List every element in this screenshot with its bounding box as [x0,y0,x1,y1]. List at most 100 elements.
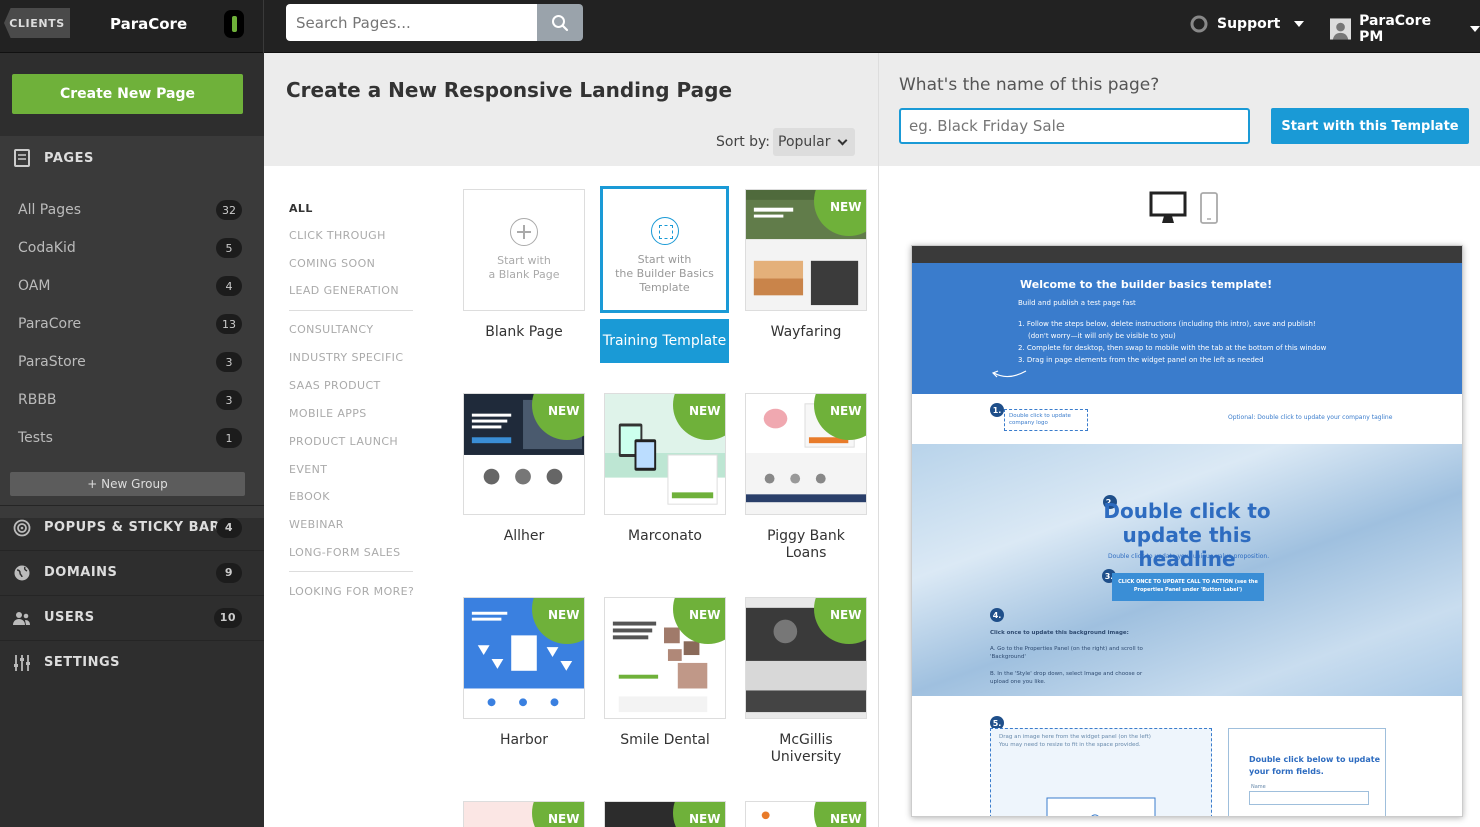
template-tile-smile-dental[interactable]: NEW [604,597,726,719]
group-item[interactable]: Tests 1 [0,419,264,457]
template-name: Smile Dental [620,732,710,748]
group-item[interactable]: All Pages 32 [0,191,264,229]
template-tile[interactable]: NEW [745,801,867,827]
template-tile[interactable]: NEW [604,801,726,827]
sidebar-item-domains[interactable]: DOMAINS 9 [0,550,264,594]
count-badge: 32 [216,200,242,220]
divider [263,0,264,53]
sliders-icon [14,654,30,671]
step-number: 1. [990,403,1004,417]
category-item[interactable]: CLICK THROUGH [289,229,386,242]
category-item[interactable]: PRODUCT LAUNCH [289,435,398,448]
category-item[interactable]: EBOOK [289,490,330,503]
template-name: Allher [503,528,545,544]
page-name-label: What's the name of this page? [899,75,1160,95]
count-badge: 3 [216,390,242,410]
template-tile-allher[interactable]: NEW [463,393,585,515]
start-with-template-button[interactable]: Start with this Template [1271,108,1469,144]
preview-intro-section: Welcome to the builder basics template! … [912,263,1462,394]
user-name: ParaCore PM [1359,13,1432,45]
page-name-input[interactable] [899,108,1250,144]
preview-headline: Double click to update this headline [1103,499,1271,571]
template-tile-training[interactable]: Start with the Builder Basics Template [600,186,729,313]
template-tile-harbor[interactable]: NEW [463,597,585,719]
template-tile-piggy-bank[interactable]: NEW [745,393,867,515]
preview-tagline: Optional: Double click to update your co… [1228,414,1393,421]
template-tile-wayfaring[interactable]: NEW [745,189,867,311]
sort-select[interactable]: Popular [773,128,855,156]
builder-icon [650,217,679,245]
clients-tab[interactable]: CLIENTS [4,8,70,38]
search-input[interactable] [286,4,537,41]
lifebuoy-icon [1190,15,1208,33]
preview-form: Double click below to update your form f… [1228,728,1386,816]
category-item[interactable]: CONSULTANCY [289,323,373,336]
chevron-down-icon [1294,21,1305,27]
search-button[interactable] [537,4,583,41]
template-name: Blank Page [485,324,563,340]
category-all[interactable]: ALL [289,202,313,215]
divider [289,310,413,311]
template-preview-panel: What's the name of this page? Start with… [878,53,1480,827]
template-name: Harbor [499,732,549,748]
template-tile-mcgillis[interactable]: NEW [745,597,867,719]
template-name: Marconato [628,528,702,544]
template-name: Wayfaring [770,324,842,340]
sidebar-item-settings[interactable]: SETTINGS [0,640,264,684]
top-bar: CLIENTS ParaCore Support ParaCore PM [0,0,1480,53]
category-item[interactable]: INDUSTRY SPECIFIC [289,351,403,364]
sidebar: Create New Page PAGES All Pages 32 CodaKi… [0,53,264,827]
pages-icon [14,149,30,167]
globe-icon [14,565,30,580]
sort-label: Sort by: [716,134,771,150]
plus-icon [510,218,538,246]
users-icon [13,611,30,625]
category-item[interactable]: LEAD GENERATION [289,284,399,297]
support-menu[interactable]: Support [1190,15,1305,33]
image-icon [1046,797,1156,816]
count-badge: 10 [213,607,242,628]
support-label: Support [1217,16,1281,32]
sidebar-item-popups[interactable]: POPUPS & STICKY BARS 4 [0,505,264,549]
looking-for-more-link[interactable]: LOOKING FOR MORE? [289,585,414,598]
category-item[interactable]: EVENT [289,463,327,476]
new-badge: NEW [532,802,584,827]
mobile-icon[interactable] [1199,191,1219,225]
template-name: McGillis University [770,732,842,765]
template-tile-blank[interactable]: Start with a Blank Page [463,189,585,311]
group-item[interactable]: ParaStore 3 [0,343,264,381]
category-item[interactable]: SAAS PRODUCT [289,379,381,392]
arrow-icon [991,370,1027,378]
preview-cta-button: CLICK ONCE TO UPDATE CALL TO ACTION (see… [1112,573,1264,601]
template-tile[interactable]: NEW [463,801,585,827]
new-badge: NEW [673,802,725,827]
new-badge: NEW [814,802,866,827]
pages-header[interactable]: PAGES [0,136,264,180]
preview-form-field [1249,791,1369,805]
preview-topbar [912,246,1462,263]
target-icon [13,519,31,536]
divider [289,571,413,572]
desktop-icon[interactable] [1149,191,1187,225]
new-group-button[interactable]: + New Group [10,472,245,496]
search-icon [552,14,569,31]
create-new-page-button[interactable]: Create New Page [12,74,243,114]
template-tile-marconato[interactable]: NEW [604,393,726,515]
group-item[interactable]: OAM 4 [0,267,264,305]
user-menu[interactable]: ParaCore PM [1330,13,1480,45]
client-name: ParaCore [110,15,188,33]
sidebar-item-users[interactable]: USERS 10 [0,595,264,639]
category-item[interactable]: WEBINAR [289,518,344,531]
category-item[interactable]: LONG-FORM SALES [289,546,401,559]
count-badge: 9 [216,562,242,583]
category-item[interactable]: MOBILE APPS [289,407,367,420]
status-indicator-icon [224,10,244,38]
preview-logo-placeholder: Double click to update company logo [1004,409,1088,431]
template-name: Piggy Bank Loans [767,528,845,561]
group-item[interactable]: ParaCore 13 [0,305,264,343]
category-item[interactable]: COMING SOON [289,257,375,270]
preview-value-prop: Double click to update your unique value… [1108,553,1270,560]
chevron-down-icon [837,135,848,146]
group-item[interactable]: CodaKid 5 [0,229,264,267]
group-item[interactable]: RBBB 3 [0,381,264,419]
